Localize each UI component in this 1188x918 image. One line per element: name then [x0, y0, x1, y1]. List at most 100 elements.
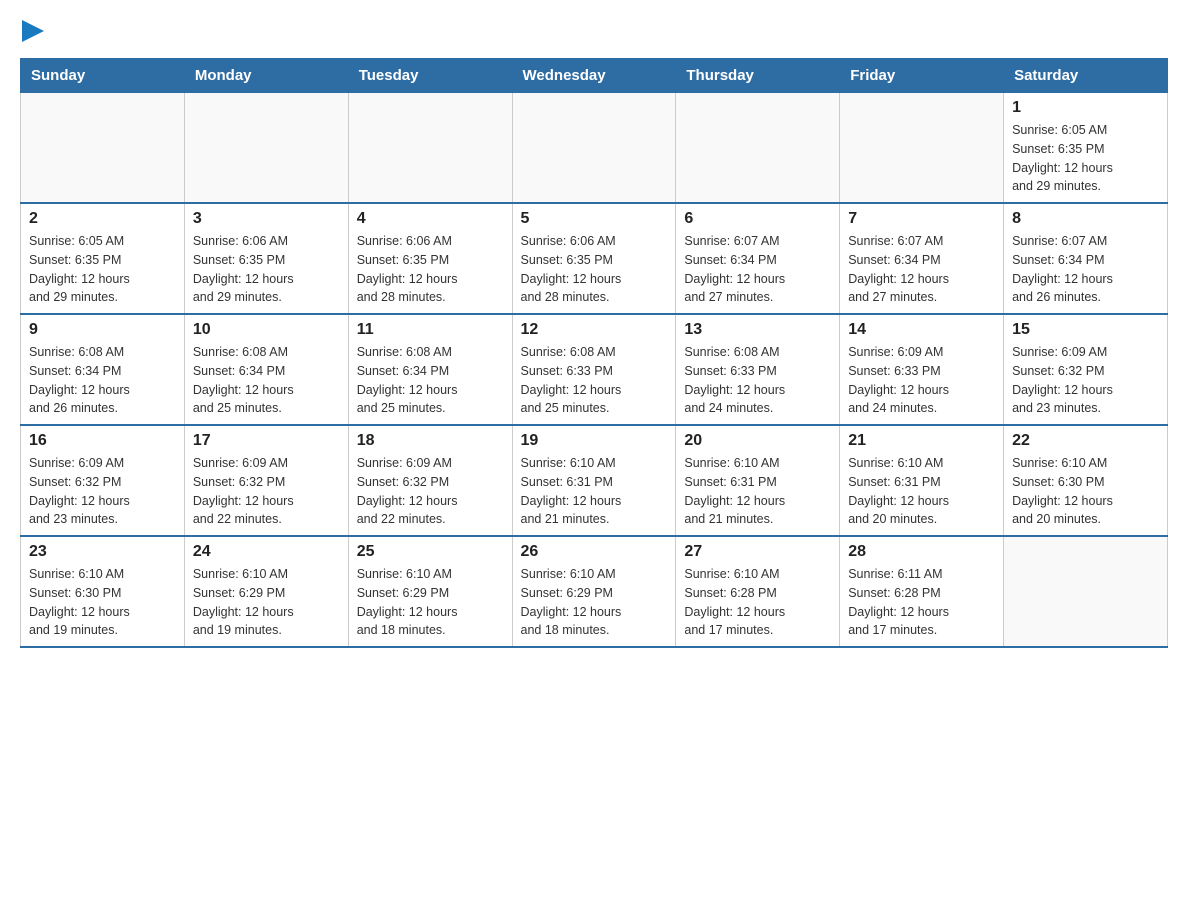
day-info: Sunrise: 6:09 AM Sunset: 6:32 PM Dayligh… — [357, 454, 504, 529]
day-number: 2 — [29, 210, 176, 228]
calendar-cell: 14 Sunrise: 6:09 AM Sunset: 6:33 PM Dayli… — [840, 314, 1004, 425]
day-info: Sunrise: 6:10 AM Sunset: 6:31 PM Dayligh… — [684, 454, 831, 529]
day-info: Sunrise: 6:10 AM Sunset: 6:29 PM Dayligh… — [521, 565, 668, 640]
calendar-cell: 22 Sunrise: 6:10 AM Sunset: 6:30 PM Dayli… — [1004, 425, 1168, 536]
header-friday: Friday — [840, 59, 1004, 93]
calendar-cell: 17 Sunrise: 6:09 AM Sunset: 6:32 PM Dayli… — [184, 425, 348, 536]
day-number: 20 — [684, 432, 831, 450]
day-number: 10 — [193, 321, 340, 339]
calendar-cell: 12 Sunrise: 6:08 AM Sunset: 6:33 PM Dayli… — [512, 314, 676, 425]
day-number: 5 — [521, 210, 668, 228]
week-row-5: 23 Sunrise: 6:10 AM Sunset: 6:30 PM Dayli… — [21, 536, 1168, 647]
day-number: 25 — [357, 543, 504, 561]
calendar-header: SundayMondayTuesdayWednesdayThursdayFrid… — [21, 59, 1168, 93]
day-info: Sunrise: 6:09 AM Sunset: 6:32 PM Dayligh… — [29, 454, 176, 529]
day-number: 27 — [684, 543, 831, 561]
logo-arrow-icon — [22, 20, 44, 42]
day-number: 26 — [521, 543, 668, 561]
day-number: 28 — [848, 543, 995, 561]
day-number: 14 — [848, 321, 995, 339]
day-info: Sunrise: 6:06 AM Sunset: 6:35 PM Dayligh… — [521, 232, 668, 307]
calendar-cell: 27 Sunrise: 6:10 AM Sunset: 6:28 PM Dayli… — [676, 536, 840, 647]
day-info: Sunrise: 6:05 AM Sunset: 6:35 PM Dayligh… — [29, 232, 176, 307]
header-monday: Monday — [184, 59, 348, 93]
calendar-cell: 1Sunrise: 6:05 AM Sunset: 6:35 PM Daylig… — [1004, 93, 1168, 204]
day-number: 19 — [521, 432, 668, 450]
week-row-2: 2 Sunrise: 6:05 AM Sunset: 6:35 PM Daylig… — [21, 203, 1168, 314]
calendar-cell — [21, 93, 185, 204]
day-info: Sunrise: 6:06 AM Sunset: 6:35 PM Dayligh… — [193, 232, 340, 307]
day-info: Sunrise: 6:09 AM Sunset: 6:33 PM Dayligh… — [848, 343, 995, 418]
day-number: 11 — [357, 321, 504, 339]
calendar-cell — [512, 93, 676, 204]
day-info: Sunrise: 6:09 AM Sunset: 6:32 PM Dayligh… — [1012, 343, 1159, 418]
day-info: Sunrise: 6:08 AM Sunset: 6:34 PM Dayligh… — [29, 343, 176, 418]
calendar-cell — [348, 93, 512, 204]
day-info: Sunrise: 6:10 AM Sunset: 6:30 PM Dayligh… — [29, 565, 176, 640]
day-number: 21 — [848, 432, 995, 450]
day-number: 24 — [193, 543, 340, 561]
calendar-table: SundayMondayTuesdayWednesdayThursdayFrid… — [20, 58, 1168, 648]
day-number: 23 — [29, 543, 176, 561]
day-number: 18 — [357, 432, 504, 450]
day-number: 8 — [1012, 210, 1159, 228]
week-row-3: 9 Sunrise: 6:08 AM Sunset: 6:34 PM Daylig… — [21, 314, 1168, 425]
day-info: Sunrise: 6:07 AM Sunset: 6:34 PM Dayligh… — [848, 232, 995, 307]
calendar-cell: 13 Sunrise: 6:08 AM Sunset: 6:33 PM Dayli… — [676, 314, 840, 425]
day-info: Sunrise: 6:07 AM Sunset: 6:34 PM Dayligh… — [1012, 232, 1159, 307]
logo-general-text — [20, 20, 44, 42]
day-info: Sunrise: 6:08 AM Sunset: 6:33 PM Dayligh… — [684, 343, 831, 418]
header-wednesday: Wednesday — [512, 59, 676, 93]
calendar-cell: 6 Sunrise: 6:07 AM Sunset: 6:34 PM Daylig… — [676, 203, 840, 314]
calendar-cell: 18 Sunrise: 6:09 AM Sunset: 6:32 PM Dayli… — [348, 425, 512, 536]
day-info: Sunrise: 6:09 AM Sunset: 6:32 PM Dayligh… — [193, 454, 340, 529]
calendar-cell: 11 Sunrise: 6:08 AM Sunset: 6:34 PM Dayli… — [348, 314, 512, 425]
header-sunday: Sunday — [21, 59, 185, 93]
calendar-cell: 16 Sunrise: 6:09 AM Sunset: 6:32 PM Dayli… — [21, 425, 185, 536]
calendar-body: 1 Sunrise: 6:05 AM Sunset: 6:35 PM Daylig… — [21, 93, 1168, 648]
day-number: 9 — [29, 321, 176, 339]
header-thursday: Thursday — [676, 59, 840, 93]
calendar-cell: 28Sunrise: 6:11 AM Sunset: 6:28 PM Dayli… — [840, 536, 1004, 647]
page-header — [20, 20, 1168, 42]
day-info: Sunrise: 6:08 AM Sunset: 6:34 PM Dayligh… — [193, 343, 340, 418]
calendar-cell: 3 Sunrise: 6:06 AM Sunset: 6:35 PM Daylig… — [184, 203, 348, 314]
day-number: 17 — [193, 432, 340, 450]
day-info: Sunrise: 6:10 AM Sunset: 6:28 PM Dayligh… — [684, 565, 831, 640]
day-number: 4 — [357, 210, 504, 228]
calendar-cell: 25Sunrise: 6:10 AM Sunset: 6:29 PM Dayli… — [348, 536, 512, 647]
calendar-cell: 20 Sunrise: 6:10 AM Sunset: 6:31 PM Dayli… — [676, 425, 840, 536]
week-row-1: 1Sunrise: 6:05 AM Sunset: 6:35 PM Daylig… — [21, 93, 1168, 204]
day-info: Sunrise: 6:10 AM Sunset: 6:29 PM Dayligh… — [193, 565, 340, 640]
day-info: Sunrise: 6:08 AM Sunset: 6:34 PM Dayligh… — [357, 343, 504, 418]
day-number: 7 — [848, 210, 995, 228]
day-number: 12 — [521, 321, 668, 339]
calendar-cell: 23 Sunrise: 6:10 AM Sunset: 6:30 PM Dayli… — [21, 536, 185, 647]
calendar-cell: 7 Sunrise: 6:07 AM Sunset: 6:34 PM Daylig… — [840, 203, 1004, 314]
calendar-cell: 10 Sunrise: 6:08 AM Sunset: 6:34 PM Dayli… — [184, 314, 348, 425]
day-number: 6 — [684, 210, 831, 228]
logo — [20, 20, 50, 42]
day-info: Sunrise: 6:10 AM Sunset: 6:30 PM Dayligh… — [1012, 454, 1159, 529]
day-info: Sunrise: 6:06 AM Sunset: 6:35 PM Dayligh… — [357, 232, 504, 307]
calendar-cell: 21Sunrise: 6:10 AM Sunset: 6:31 PM Dayli… — [840, 425, 1004, 536]
week-row-4: 16 Sunrise: 6:09 AM Sunset: 6:32 PM Dayli… — [21, 425, 1168, 536]
day-info: Sunrise: 6:08 AM Sunset: 6:33 PM Dayligh… — [521, 343, 668, 418]
header-tuesday: Tuesday — [348, 59, 512, 93]
calendar-cell: 26 Sunrise: 6:10 AM Sunset: 6:29 PM Dayli… — [512, 536, 676, 647]
day-info: Sunrise: 6:10 AM Sunset: 6:31 PM Dayligh… — [521, 454, 668, 529]
day-number: 3 — [193, 210, 340, 228]
calendar-cell: 24 Sunrise: 6:10 AM Sunset: 6:29 PM Dayli… — [184, 536, 348, 647]
day-number: 1 — [1012, 99, 1159, 117]
calendar-cell: 9 Sunrise: 6:08 AM Sunset: 6:34 PM Daylig… — [21, 314, 185, 425]
day-info: Sunrise: 6:07 AM Sunset: 6:34 PM Dayligh… — [684, 232, 831, 307]
calendar-cell: 5 Sunrise: 6:06 AM Sunset: 6:35 PM Daylig… — [512, 203, 676, 314]
header-saturday: Saturday — [1004, 59, 1168, 93]
calendar-cell — [840, 93, 1004, 204]
day-number: 16 — [29, 432, 176, 450]
calendar-cell — [676, 93, 840, 204]
day-number: 22 — [1012, 432, 1159, 450]
day-number: 13 — [684, 321, 831, 339]
calendar-cell: 2 Sunrise: 6:05 AM Sunset: 6:35 PM Daylig… — [21, 203, 185, 314]
calendar-cell: 15Sunrise: 6:09 AM Sunset: 6:32 PM Dayli… — [1004, 314, 1168, 425]
